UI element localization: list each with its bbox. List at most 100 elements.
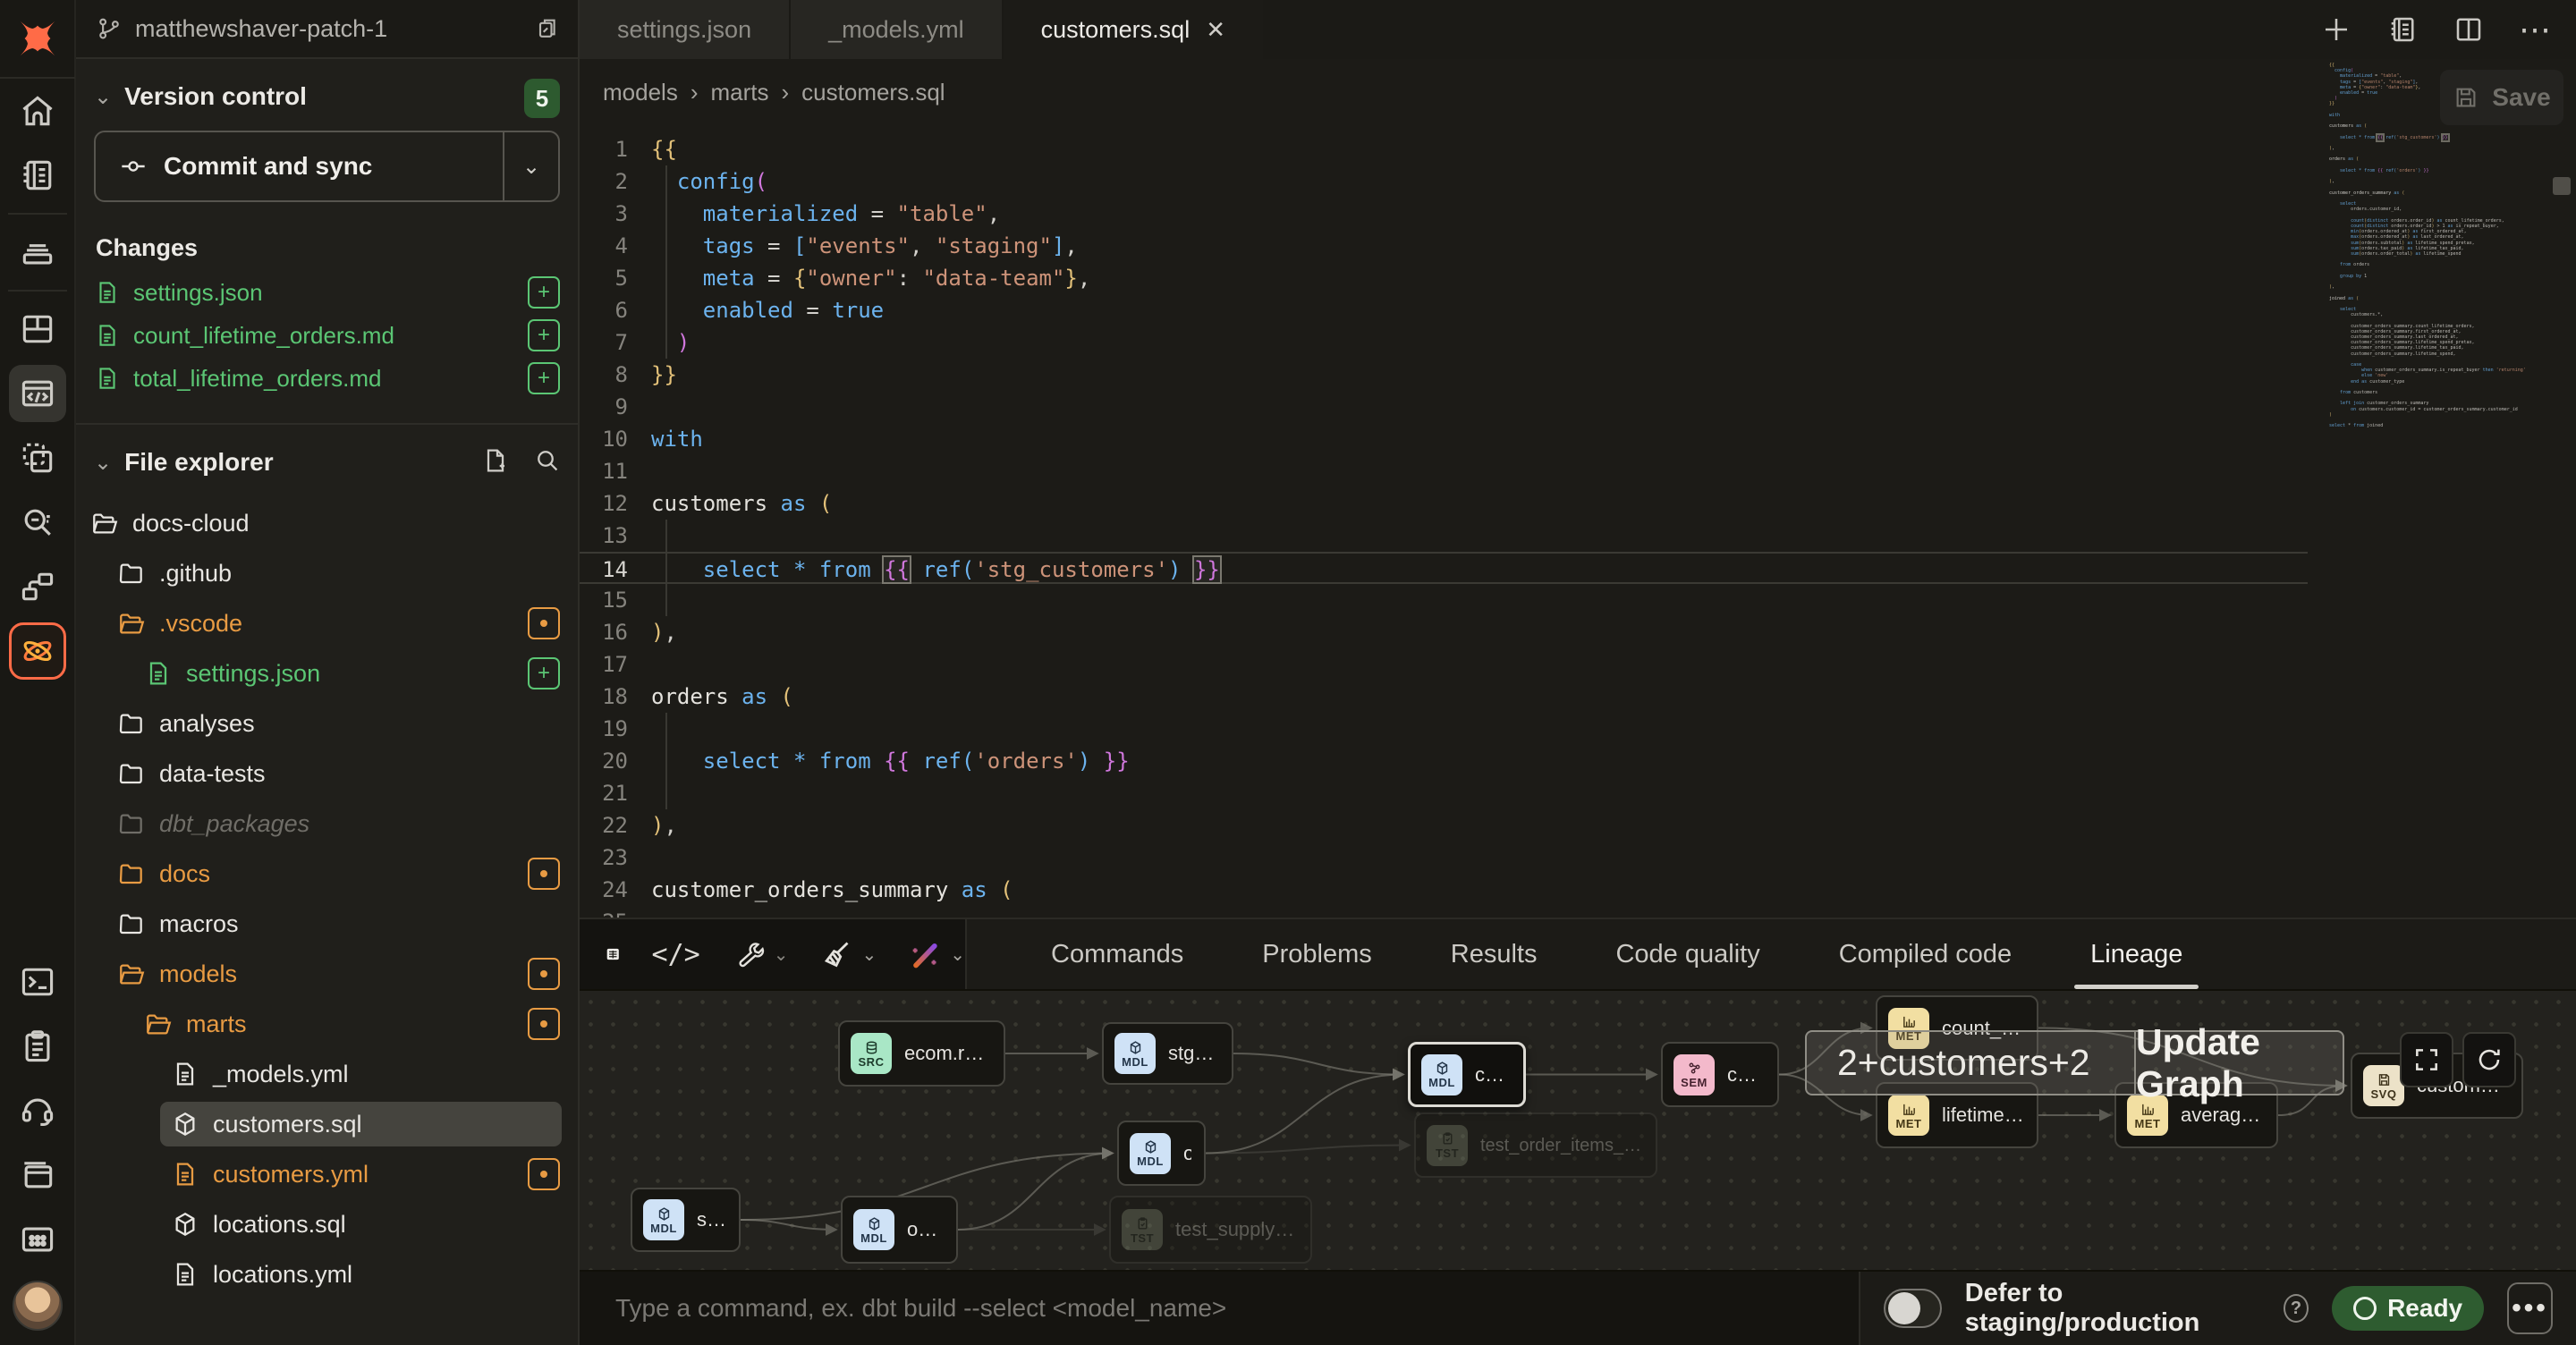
file-tree-item-customers.yml[interactable]: customers.yml	[76, 1149, 578, 1199]
orchestration-flow-icon[interactable]	[9, 558, 66, 615]
dbt-logo[interactable]	[0, 0, 75, 79]
new-file-icon[interactable]	[481, 446, 510, 475]
lineage-node-order_items[interactable]: MDL order_items	[841, 1196, 958, 1264]
help-question-icon[interactable]: ?	[2284, 1294, 2309, 1323]
file-tree-item-settings.json[interactable]: settings.json+	[76, 648, 578, 698]
mdl-node-badge: MDL	[1114, 1033, 1156, 1074]
dashboard-grid-icon[interactable]	[9, 300, 66, 358]
panel-tab-lineage[interactable]: Lineage	[2051, 919, 2222, 989]
file-tree-item-locations.sql[interactable]: locations.sql	[76, 1199, 578, 1249]
new-tab-plus-icon[interactable]	[2320, 13, 2352, 46]
search-icon[interactable]	[533, 446, 562, 475]
git-branch-header[interactable]: matthewshaver-patch-1	[76, 0, 578, 59]
changed-file-row[interactable]: total_lifetime_orders.md +	[76, 357, 578, 400]
browser-windows-icon[interactable]	[9, 1146, 66, 1204]
lineage-node-test_supply_costs_sum_correctly[interactable]: TST test_supply_costs_sum_correctly	[1109, 1196, 1312, 1264]
breadcrumb-segment[interactable]: models	[603, 79, 678, 106]
breadcrumb-segment[interactable]: marts	[711, 79, 769, 106]
support-headset-icon[interactable]	[9, 1082, 66, 1139]
file-tree-item-.vscode[interactable]: .vscode	[76, 598, 578, 648]
copilot-atom-icon[interactable]	[9, 622, 66, 680]
file-tree-item-docs[interactable]: docs	[76, 849, 578, 899]
code-icon[interactable]: </>	[652, 939, 700, 970]
lineage-node-customers[interactable]: MDL customers	[1408, 1042, 1526, 1107]
panel-tab-commands[interactable]: Commands	[1012, 919, 1223, 989]
tasks-clipboard-icon[interactable]	[9, 1018, 66, 1075]
explore-search-icon[interactable]	[9, 494, 66, 551]
terminal-icon[interactable]	[9, 953, 66, 1011]
split-editor-icon[interactable]	[2453, 13, 2485, 46]
environments-icon[interactable]	[9, 224, 66, 281]
update-graph-button[interactable]: Update Graph	[2136, 1032, 2343, 1094]
more-actions-icon[interactable]: ⋯	[2519, 11, 2553, 48]
code-editor[interactable]: models›marts›customers.sql Save 1{{2 con…	[580, 59, 2576, 918]
format-broom-button[interactable]: ⌄	[818, 936, 877, 972]
code-region[interactable]: 1{{2 config(3 materialized = "table",4 t…	[580, 125, 2576, 918]
file-tree-item-marts[interactable]: marts	[76, 999, 578, 1049]
outline-notebook-icon[interactable]	[2386, 13, 2419, 46]
editor-scrollbar-thumb[interactable]	[2553, 177, 2571, 195]
ide-code-icon[interactable]	[9, 365, 66, 422]
file-tree-item-data-tests[interactable]: data-tests	[76, 749, 578, 799]
version-control-section-header[interactable]: ⌄ Version control 5	[76, 59, 578, 127]
panel-tab-compiled-code[interactable]: Compiled code	[1800, 919, 2051, 989]
copy-outline-icon[interactable]	[9, 429, 66, 486]
commit-and-sync-button[interactable]: Commit and sync ⌄	[94, 131, 560, 202]
node-label: average_order_value	[2181, 1104, 2264, 1126]
changed-file-row[interactable]: count_lifetime_orders.md +	[76, 314, 578, 357]
lineage-node-stg_customers[interactable]: MDL stg_customers	[1102, 1022, 1233, 1085]
stage-file-plus-icon[interactable]: +	[528, 362, 560, 394]
user-avatar[interactable]	[13, 1281, 63, 1331]
file-tree-item-.github[interactable]: .github	[76, 548, 578, 598]
commit-options-caret[interactable]: ⌄	[503, 132, 558, 200]
defer-toggle[interactable]	[1884, 1289, 1942, 1328]
lineage-node-orders[interactable]: MDL orders	[1117, 1121, 1206, 1186]
indent-guide	[665, 165, 667, 198]
lineage-node-customers[interactable]: SEM customers	[1661, 1042, 1779, 1107]
close-tab-icon[interactable]: ✕	[1206, 16, 1225, 44]
save-button[interactable]: Save	[2440, 70, 2563, 125]
panel-tab-problems[interactable]: Problems	[1223, 919, 1411, 989]
file-icon	[94, 279, 121, 306]
code-line: 20 select * from {{ ref('orders') }}	[580, 745, 2576, 777]
file-tree-item-docs-cloud[interactable]: docs-cloud	[76, 498, 578, 548]
file-tree-item-_models.yml[interactable]: _models.yml	[76, 1049, 578, 1099]
file-tree-item-macros[interactable]: macros	[76, 899, 578, 949]
file-tree-item-dbt_packages[interactable]: dbt_packages	[76, 799, 578, 849]
tab-settings.json[interactable]: settings.json	[580, 0, 791, 59]
panel-tab-results[interactable]: Results	[1411, 919, 1577, 989]
lineage-canvas[interactable]: 2+customers+2 Update Graph SRC ecom.raw_…	[580, 991, 2576, 1270]
file-tree-item-locations.yml[interactable]: locations.yml	[76, 1249, 578, 1299]
docs-notebook-icon[interactable]	[9, 147, 66, 204]
stage-file-plus-icon[interactable]: +	[528, 319, 560, 351]
table-preview-icon[interactable]	[605, 935, 622, 973]
tab-_models.yml[interactable]: _models.yml	[791, 0, 1004, 59]
copilot-wand-button[interactable]: ⌄	[907, 936, 965, 972]
lineage-node-test_order_items_compute_to_bools[interactable]: TST test_order_items_compute_to_bools_co…	[1414, 1112, 1657, 1178]
file-tree-item-models[interactable]: models	[76, 949, 578, 999]
file-tree-item-customers.sql[interactable]: customers.sql	[76, 1099, 578, 1149]
lineage-refresh-button[interactable]	[2462, 1032, 2516, 1087]
code-text: orders as (	[651, 681, 793, 713]
lineage-node-stg_orders[interactable]: MDL stg_orders	[631, 1188, 741, 1252]
home-icon[interactable]	[9, 82, 66, 140]
panel-tab-code-quality[interactable]: Code quality	[1576, 919, 1799, 989]
code-text: with	[651, 423, 703, 455]
copy-branch-icon[interactable]	[531, 15, 558, 42]
breadcrumb-segment[interactable]: customers.sql	[801, 79, 945, 106]
lineage-fullscreen-button[interactable]	[2400, 1032, 2453, 1087]
code-line: 9	[580, 391, 2576, 423]
lineage-selector-input[interactable]: 2+customers+2	[1807, 1032, 2136, 1094]
lineage-node-ecom.raw_customers[interactable]: SRC ecom.raw_customers	[838, 1020, 1005, 1087]
changed-file-row[interactable]: settings.json +	[76, 271, 578, 314]
file-explorer-section-header[interactable]: ⌄ File explorer	[76, 425, 578, 493]
command-placeholder: Type a command, ex. dbt build --select <…	[615, 1294, 1226, 1323]
file-tree-item-analyses[interactable]: analyses	[76, 698, 578, 749]
command-input[interactable]: Type a command, ex. dbt build --select <…	[580, 1272, 1860, 1345]
stage-file-plus-icon[interactable]: +	[528, 276, 560, 309]
status-more-button[interactable]: •••	[2507, 1282, 2553, 1334]
build-wrench-button[interactable]: ⌄	[731, 936, 789, 972]
tab-customers.sql[interactable]: customers.sql✕	[1004, 0, 1265, 59]
apps-window-icon[interactable]	[9, 1211, 66, 1268]
line-number: 23	[580, 842, 651, 874]
